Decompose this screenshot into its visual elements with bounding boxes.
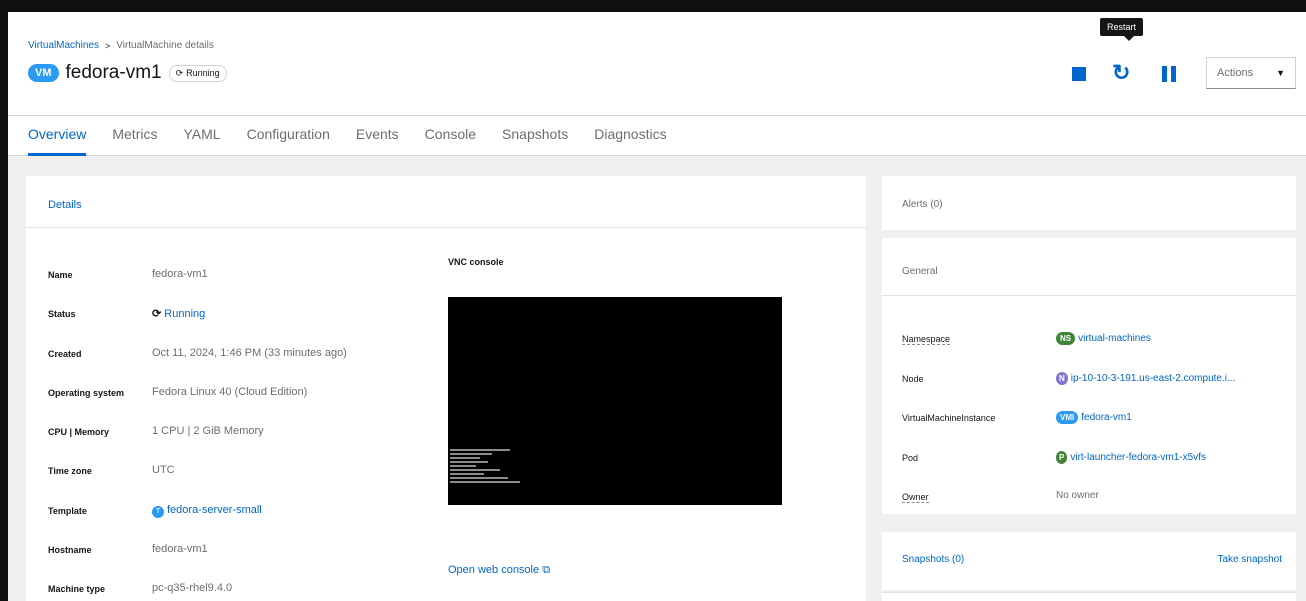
detail-label-cpu-memory: CPU | Memory xyxy=(48,427,110,437)
snapshots-title[interactable]: Snapshots (0) xyxy=(902,554,964,565)
tab-snapshots[interactable]: Snapshots xyxy=(502,116,568,156)
vmi-link-text[interactable]: fedora-vm1 xyxy=(1081,412,1132,423)
take-snapshot-button[interactable]: Take snapshot xyxy=(1218,554,1283,565)
vmi-badge: VMI xyxy=(1056,411,1079,424)
vnc-console-text xyxy=(450,449,520,497)
detail-label-created: Created xyxy=(48,349,82,359)
breadcrumb-virtualmachines[interactable]: VirtualMachines xyxy=(28,40,99,51)
page-header: VirtualMachines > VirtualMachine details… xyxy=(8,12,1306,116)
namespace-badge: NS xyxy=(1056,332,1076,345)
breadcrumb-separator: > xyxy=(104,40,111,51)
tab-overview[interactable]: Overview xyxy=(28,116,87,156)
vnc-console-title: VNC console xyxy=(448,257,504,267)
general-card: General Namespace NS virtual-machines Nod… xyxy=(882,238,1296,514)
general-label-node: Node xyxy=(902,374,924,384)
snapshots-card: Snapshots (0) Take snapshot xyxy=(882,532,1296,590)
general-value-node[interactable]: Nip-10-10-3-191.us-east-2.compute.i... xyxy=(1056,372,1235,385)
general-value-vmi[interactable]: VMI fedora-vm1 xyxy=(1056,411,1132,424)
details-card: Details Name fedora-vm1 Status ⟳ Running… xyxy=(26,176,866,601)
snapshots-card-footer xyxy=(882,592,1296,601)
tab-configuration[interactable]: Configuration xyxy=(247,116,330,156)
pod-link-text[interactable]: virt-launcher-fedora-vm1-x5vfs xyxy=(1070,452,1206,463)
general-label-pod: Pod xyxy=(902,453,919,463)
general-heading: General xyxy=(882,238,1296,296)
pause-icon-bar xyxy=(1171,66,1176,82)
breadcrumb-current: VirtualMachine details xyxy=(116,40,214,51)
vnc-console-screen[interactable] xyxy=(448,297,782,505)
actions-label: Actions xyxy=(1217,67,1254,79)
node-link-text[interactable]: ip-10-10-3-191.us-east-2.compute.i... xyxy=(1071,373,1236,384)
sync-icon: ⟳ xyxy=(175,67,184,78)
details-heading[interactable]: Details xyxy=(26,176,866,228)
tab-metrics[interactable]: Metrics xyxy=(112,116,157,156)
general-heading-text: General xyxy=(902,266,938,277)
external-link-icon: ⧉ xyxy=(542,564,551,576)
vm-badge: VM xyxy=(28,64,59,82)
detail-label-status: Status xyxy=(48,309,76,319)
detail-value-template[interactable]: Tfedora-server-small xyxy=(152,504,262,518)
general-value-owner: No owner xyxy=(1056,490,1099,501)
tab-events[interactable]: Events xyxy=(356,116,399,156)
general-label-vmi: VirtualMachineInstance xyxy=(902,413,996,423)
alerts-label[interactable]: Alerts (0) xyxy=(902,199,943,210)
caret-down-icon: ▼ xyxy=(1276,68,1285,78)
detail-value-cpu-memory: 1 CPU | 2 GiB Memory xyxy=(152,425,264,437)
tab-console[interactable]: Console xyxy=(425,116,476,156)
status-badge-text: Running xyxy=(186,68,220,78)
detail-value-name: fedora-vm1 xyxy=(152,268,208,280)
sync-icon: ⟳ xyxy=(152,308,162,320)
detail-label-template: Template xyxy=(48,506,87,516)
detail-label-machine-type: Machine type xyxy=(48,584,106,594)
tab-bar: Overview Metrics YAML Configuration Even… xyxy=(8,116,1306,156)
general-value-namespace[interactable]: NS virtual-machines xyxy=(1056,332,1151,345)
namespace-link-text[interactable]: virtual-machines xyxy=(1078,333,1151,344)
detail-status-text: Running xyxy=(164,308,206,320)
pod-badge: P xyxy=(1056,451,1068,464)
detail-value-machine-type: pc-q35-rhel9.4.0 xyxy=(152,582,233,594)
detail-label-hostname: Hostname xyxy=(48,545,92,555)
breadcrumb: VirtualMachines > VirtualMachine details xyxy=(28,40,214,51)
pause-button[interactable] xyxy=(1162,66,1178,82)
tab-yaml[interactable]: YAML xyxy=(183,116,220,156)
template-badge: T xyxy=(152,506,164,518)
stop-button[interactable] xyxy=(1072,67,1086,81)
detail-value-created: Oct 11, 2024, 1:46 PM (33 minutes ago) xyxy=(152,347,347,359)
actions-dropdown[interactable]: Actions ▼ xyxy=(1206,57,1296,89)
alerts-card[interactable]: Alerts (0) xyxy=(882,176,1296,230)
detail-value-os: Fedora Linux 40 (Cloud Edition) xyxy=(152,386,308,398)
title-row: VM fedora-vm1 ⟳ Running xyxy=(28,62,227,84)
detail-label-timezone: Time zone xyxy=(48,466,92,476)
detail-value-timezone: UTC xyxy=(152,464,175,476)
status-badge: ⟳ Running xyxy=(168,64,227,82)
node-badge: N xyxy=(1056,372,1068,385)
page-title: fedora-vm1 xyxy=(65,62,162,83)
detail-label-name: Name xyxy=(48,270,73,280)
restart-icon: ↻ xyxy=(1112,60,1131,85)
tab-diagnostics[interactable]: Diagnostics xyxy=(594,116,666,156)
general-value-pod[interactable]: Pvirt-launcher-fedora-vm1-x5vfs xyxy=(1056,451,1206,464)
pause-icon-bar xyxy=(1162,66,1167,82)
general-label-namespace[interactable]: Namespace xyxy=(902,334,951,345)
open-web-console-link[interactable]: Open web console ⧉ xyxy=(448,564,550,577)
console-window: VirtualMachines > VirtualMachine details… xyxy=(8,12,1306,601)
details-heading-text[interactable]: Details xyxy=(48,199,82,211)
detail-value-status: ⟳ Running xyxy=(152,307,205,320)
open-web-console-text[interactable]: Open web console xyxy=(448,564,539,576)
restart-tooltip: Restart xyxy=(1100,18,1144,41)
detail-value-hostname: fedora-vm1 xyxy=(152,543,208,555)
restart-button[interactable]: ↻ xyxy=(1112,60,1130,86)
template-link-text[interactable]: fedora-server-small xyxy=(167,504,262,516)
detail-label-os: Operating system xyxy=(48,388,125,398)
general-label-owner[interactable]: Owner xyxy=(902,492,929,503)
